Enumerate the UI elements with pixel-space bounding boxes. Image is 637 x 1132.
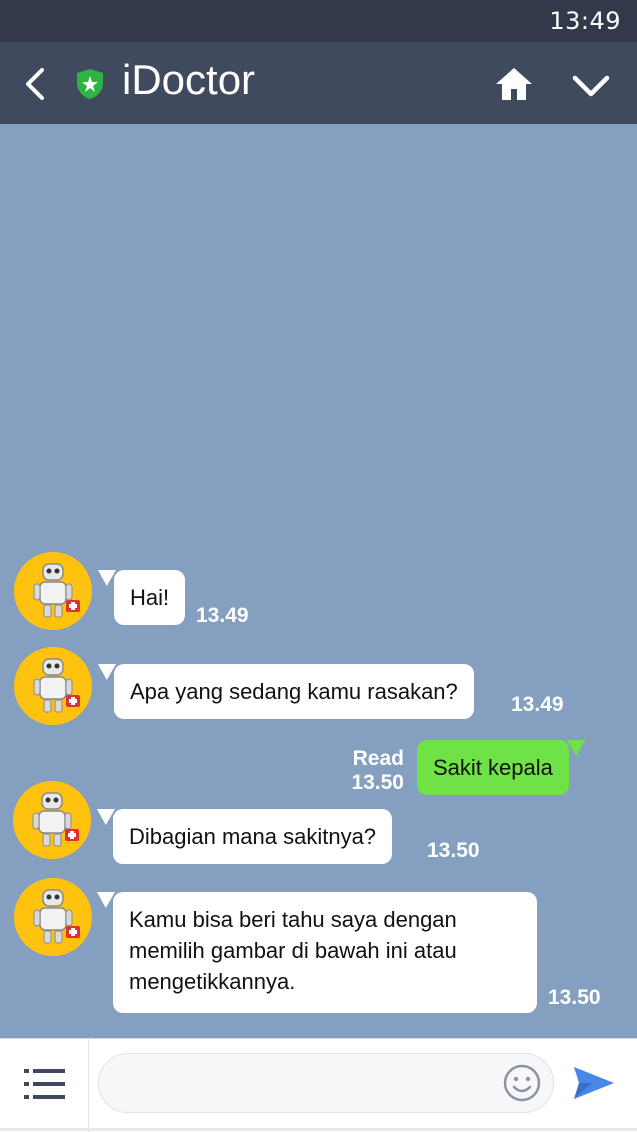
back-chevron-icon[interactable]	[20, 64, 50, 104]
message-time: 13.50	[351, 771, 404, 794]
emoji-smiley-icon[interactable]	[502, 1063, 542, 1103]
chat-header: iDoctor	[0, 42, 637, 124]
read-receipt: Read 13.50	[330, 747, 404, 795]
menu-list-icon[interactable]	[24, 1067, 66, 1101]
doctor-robot-avatar[interactable]	[14, 878, 92, 956]
send-arrow-icon[interactable]	[572, 1063, 616, 1103]
message-time: 13.49	[196, 604, 249, 627]
divider	[88, 1039, 89, 1132]
verified-shield-icon	[76, 68, 104, 100]
read-label: Read	[352, 747, 404, 770]
message-time: 13.49	[511, 693, 564, 716]
message-bubble[interactable]: Dibagian mana sakitnya?	[113, 809, 393, 864]
status-bar: 13:49	[0, 0, 637, 42]
chevron-down-icon[interactable]	[570, 68, 612, 104]
message-bubble-user[interactable]: Sakit kepala	[417, 740, 569, 795]
message-bubble[interactable]: Hai!	[114, 570, 186, 625]
message-time: 13.50	[548, 986, 601, 1009]
chat-title: iDoctor	[122, 56, 256, 103]
message-bubble[interactable]: Kamu bisa beri tahu saya dengan memilih …	[113, 892, 537, 1013]
message-time: 13.50	[427, 839, 480, 862]
message-text-field[interactable]	[98, 1053, 554, 1113]
message-bubble[interactable]: Apa yang sedang kamu rasakan?	[114, 664, 474, 719]
home-icon[interactable]	[494, 64, 534, 104]
message-input-bar	[0, 1038, 637, 1132]
status-time: 13:49	[549, 7, 621, 35]
doctor-robot-avatar[interactable]	[14, 552, 92, 630]
doctor-robot-avatar[interactable]	[14, 647, 92, 725]
message-input[interactable]	[117, 1064, 501, 1104]
chat-area[interactable]: Hai! 13.49 Apa yang sedang kamu rasakan?…	[0, 124, 637, 1038]
doctor-robot-avatar[interactable]	[13, 781, 91, 859]
